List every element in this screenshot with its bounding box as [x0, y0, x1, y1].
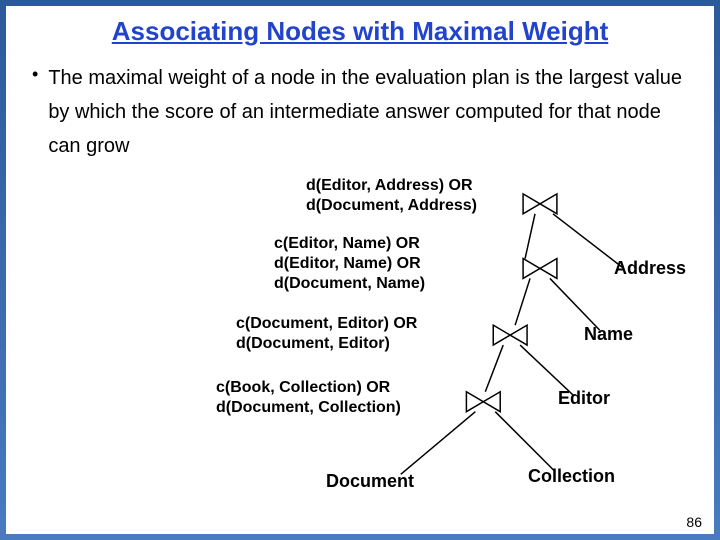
leaf-address: Address: [614, 258, 686, 279]
diagram: d(Editor, Address) OR d(Document, Addres…: [6, 176, 714, 534]
node-label-4: c(Book, Collection) OR d(Document, Colle…: [216, 378, 401, 418]
leaf-name: Name: [584, 324, 633, 345]
node-label-1: d(Editor, Address) OR d(Document, Addres…: [306, 176, 477, 216]
bullet-dot: •: [32, 64, 38, 85]
leaf-document: Document: [326, 471, 414, 492]
leaf-editor: Editor: [558, 388, 610, 409]
page-title: Associating Nodes with Maximal Weight: [26, 16, 694, 47]
node-label-2: c(Editor, Name) OR d(Editor, Name) OR d(…: [274, 234, 425, 294]
page-number: 86: [686, 514, 702, 530]
bullet-text: The maximal weight of a node in the eval…: [48, 61, 694, 163]
slide: Associating Nodes with Maximal Weight • …: [6, 6, 714, 534]
node-label-3: c(Document, Editor) OR d(Document, Edito…: [236, 314, 417, 354]
leaf-collection: Collection: [528, 466, 615, 487]
bullet-item: • The maximal weight of a node in the ev…: [32, 61, 694, 163]
